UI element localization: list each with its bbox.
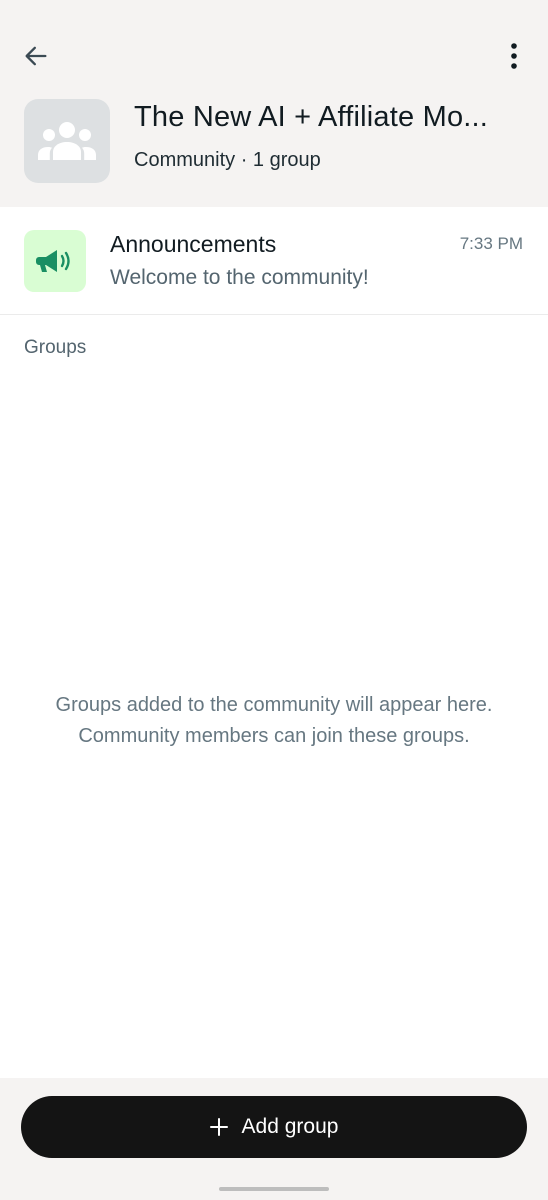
announcements-row[interactable]: Announcements 7:33 PM Welcome to the com…	[0, 207, 548, 315]
community-screen: The New AI + Affiliate Mo... Community ·…	[0, 0, 548, 1200]
groups-section-label: Groups	[24, 337, 87, 358]
empty-message-line-1: Groups added to the community will appea…	[55, 694, 493, 716]
plus-icon	[209, 1118, 228, 1136]
megaphone-icon	[36, 250, 70, 272]
community-subtitle: Community · 1 group	[134, 149, 321, 171]
more-vertical-icon	[511, 43, 517, 69]
back-button[interactable]	[14, 34, 58, 78]
community-title: The New AI + Affiliate Mo...	[134, 101, 489, 133]
announcements-time: 7:33 PM	[459, 234, 523, 253]
groups-empty-message: Groups added to the community will appea…	[0, 690, 548, 752]
home-indicator[interactable]	[219, 1187, 329, 1191]
arrow-left-icon	[25, 46, 47, 66]
announcements-preview: Welcome to the community!	[110, 266, 369, 289]
announcements-title: Announcements	[110, 231, 277, 257]
more-options-button[interactable]	[492, 34, 536, 78]
add-group-label: Add group	[241, 1115, 339, 1138]
add-group-button[interactable]: Add group	[21, 1096, 527, 1158]
empty-message-line-2: Community members can join these groups.	[78, 725, 470, 747]
bottom-bar: Add group	[0, 1078, 548, 1200]
announcements-avatar	[24, 230, 86, 292]
community-people-icon	[38, 122, 96, 160]
community-avatar[interactable]	[24, 99, 110, 183]
community-header: The New AI + Affiliate Mo... Community ·…	[0, 0, 548, 207]
